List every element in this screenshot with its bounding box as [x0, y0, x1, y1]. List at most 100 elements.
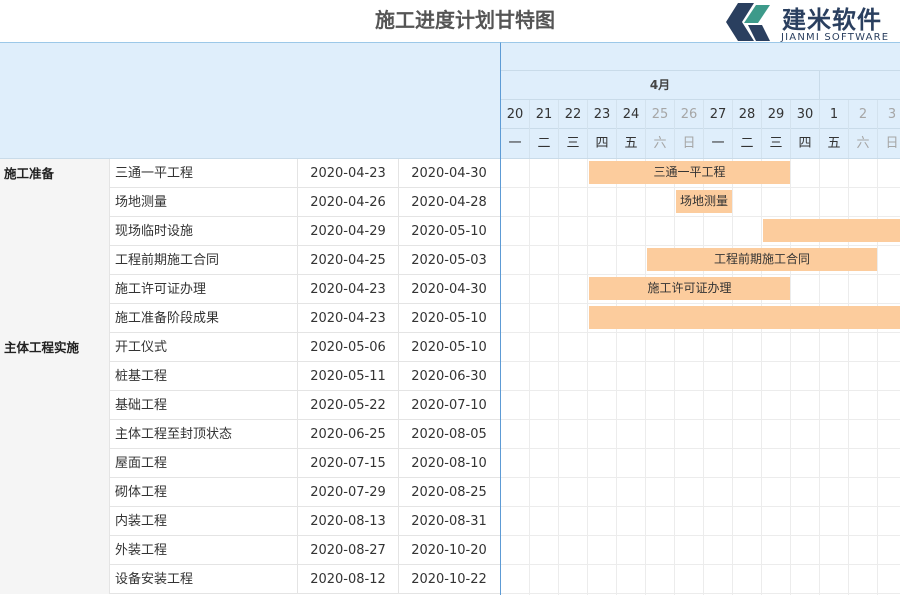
timeline-month-label: 4月 — [649, 78, 671, 92]
gantt-bar[interactable]: 施工许可证办理 — [589, 277, 790, 300]
task-row[interactable]: 屋面工程 2020-07-15 2020-08-10 — [0, 449, 500, 478]
task-name-cell: 三通一平工程 — [110, 159, 298, 188]
grid-row-line — [501, 593, 900, 594]
task-end-date: 2020-10-22 — [411, 572, 487, 587]
grid-row-line — [501, 303, 900, 304]
task-start-date: 2020-05-11 — [298, 362, 399, 391]
timeline-weekday: 六 — [646, 129, 675, 158]
gantt-bar[interactable]: 场地测量 — [676, 190, 732, 213]
gantt-bar[interactable]: 工程前期施工合同 — [647, 248, 877, 271]
timeline-weekday: 一 — [704, 129, 733, 158]
grid-column-line — [761, 159, 762, 595]
grid-column-line — [587, 159, 588, 595]
task-name-cell: 砌体工程 — [110, 478, 298, 507]
task-start-date: 2020-04-29 — [298, 217, 399, 246]
task-phase-cell — [0, 275, 110, 304]
task-row[interactable]: 砌体工程 2020-07-29 2020-08-25 — [0, 478, 500, 507]
task-phase-cell — [0, 304, 110, 333]
task-row[interactable]: 施工准备 三通一平工程 2020-04-23 2020-04-30 — [0, 159, 500, 188]
task-end-date: 2020-05-10 — [411, 311, 487, 326]
task-row[interactable]: 主体工程实施 开工仪式 2020-05-06 2020-05-10 — [0, 333, 500, 362]
task-row[interactable]: 设备安装工程 2020-08-12 2020-10-22 — [0, 565, 500, 594]
grid-column-line — [703, 159, 704, 595]
task-name-cell: 内装工程 — [110, 507, 298, 536]
title-bar: 施工进度计划甘特图 建米软件 JIANMI SOFTWARE — [0, 0, 900, 44]
grid-column-line — [732, 159, 733, 595]
timeline-weekday: 日 — [675, 129, 704, 158]
gantt-bar[interactable]: 现 — [763, 219, 900, 242]
task-name-cell: 工程前期施工合同 — [110, 246, 298, 275]
timeline-day: 20 — [501, 100, 530, 129]
timeline-day: 29 — [762, 100, 791, 129]
task-start-date: 2020-08-12 — [298, 565, 399, 594]
task-end-date: 2020-05-03 — [411, 253, 487, 268]
task-name-cell: 基础工程 — [110, 391, 298, 420]
timeline-weekday: 四 — [588, 129, 617, 158]
task-end-date: 2020-04-28 — [411, 195, 487, 210]
task-end-date: 2020-05-10 — [411, 224, 487, 239]
task-row[interactable]: 桩基工程 2020-05-11 2020-06-30 — [0, 362, 500, 391]
task-row[interactable]: 基础工程 2020-05-22 2020-07-10 — [0, 391, 500, 420]
timeline-day: 30 — [791, 100, 820, 129]
task-end-date: 2020-08-10 — [411, 456, 487, 471]
task-phase-cell — [0, 188, 110, 217]
task-row[interactable]: 场地测量 2020-04-26 2020-04-28 — [0, 188, 500, 217]
task-row[interactable]: 施工准备阶段成果 2020-04-23 2020-05-10 — [0, 304, 500, 333]
grid-column-line — [529, 159, 530, 595]
task-start-date: 2020-07-29 — [298, 478, 399, 507]
gantt-chart: 4月 20 21 22 23 24 25 26 27 28 29 30 1 2 3 一二三四五六日一二三四… — [500, 42, 900, 595]
task-name-cell: 设备安装工程 — [110, 565, 298, 594]
task-end-date: 2020-07-10 — [411, 398, 487, 413]
timeline-weekday: 三 — [559, 129, 588, 158]
grid-row-line — [501, 245, 900, 246]
task-row[interactable]: 现场临时设施 2020-04-29 2020-05-10 — [0, 217, 500, 246]
task-phase-cell: 主体工程实施 — [0, 333, 110, 362]
grid-row-line — [501, 332, 900, 333]
task-name-cell: 施工许可证办理 — [110, 275, 298, 304]
task-grid: 施工准备 三通一平工程 2020-04-23 2020-04-30 场地测量 2020-0… — [0, 42, 500, 595]
grid-row-line — [501, 535, 900, 536]
task-start-date: 2020-05-06 — [298, 333, 399, 362]
task-phase-cell — [0, 536, 110, 565]
task-row[interactable]: 外装工程 2020-08-27 2020-10-20 — [0, 536, 500, 565]
task-row[interactable]: 内装工程 2020-08-13 2020-08-31 — [0, 507, 500, 536]
timeline-weekday: 二 — [733, 129, 762, 158]
timeline-weekday-row: 一二三四五六日一二三四五六日 — [501, 129, 900, 159]
gantt-bar[interactable]: 三通一平工程 — [589, 161, 790, 184]
task-grid-header — [0, 43, 500, 159]
task-start-date: 2020-04-23 — [298, 159, 399, 188]
task-row[interactable]: 施工许可证办理 2020-04-23 2020-04-30 — [0, 275, 500, 304]
grid-row-line — [501, 187, 900, 188]
task-start-date: 2020-04-25 — [298, 246, 399, 275]
grid-column-line — [558, 159, 559, 595]
timeline-weekday: 二 — [530, 129, 559, 158]
task-start-date: 2020-08-27 — [298, 536, 399, 565]
grid-column-line — [674, 159, 675, 595]
task-end-date: 2020-08-31 — [411, 514, 487, 529]
task-row[interactable]: 工程前期施工合同 2020-04-25 2020-05-03 — [0, 246, 500, 275]
grid-row-line — [501, 274, 900, 275]
task-start-date: 2020-04-23 — [298, 275, 399, 304]
timeline-day: 3 — [878, 100, 900, 129]
grid-row-line — [501, 361, 900, 362]
timeline-day: 25 — [646, 100, 675, 129]
task-row[interactable]: 主体工程至封顶状态 2020-06-25 2020-08-05 — [0, 420, 500, 449]
task-end-date: 2020-04-30 — [411, 282, 487, 297]
grid-row-line — [501, 477, 900, 478]
gantt-bars-area: 三通一平工程场地测量现工程前期施工合同施工许可证办理施工准备阶段成果 — [501, 159, 900, 595]
logo-name-cn: 建米软件 — [782, 6, 882, 34]
grid-row-line — [501, 506, 900, 507]
grid-row-line — [501, 390, 900, 391]
gantt-timeline-header: 4月 20 21 22 23 24 25 26 27 28 29 30 1 2 3 一二三四五六日一二三四… — [501, 43, 900, 159]
task-phase-cell — [0, 449, 110, 478]
timeline-day: 2 — [849, 100, 878, 129]
timeline-weekday: 四 — [791, 129, 820, 158]
timeline-weekday: 五 — [617, 129, 646, 158]
task-phase-cell — [0, 565, 110, 594]
task-phase-cell — [0, 507, 110, 536]
company-logo: 建米软件 JIANMI SOFTWARE — [724, 0, 900, 44]
task-name-cell: 桩基工程 — [110, 362, 298, 391]
gantt-bar[interactable]: 施工准备阶段成果 — [589, 306, 900, 329]
task-name-cell: 开工仪式 — [110, 333, 298, 362]
timeline-day-row: 20 21 22 23 24 25 26 27 28 29 30 1 2 3 — [501, 100, 900, 129]
